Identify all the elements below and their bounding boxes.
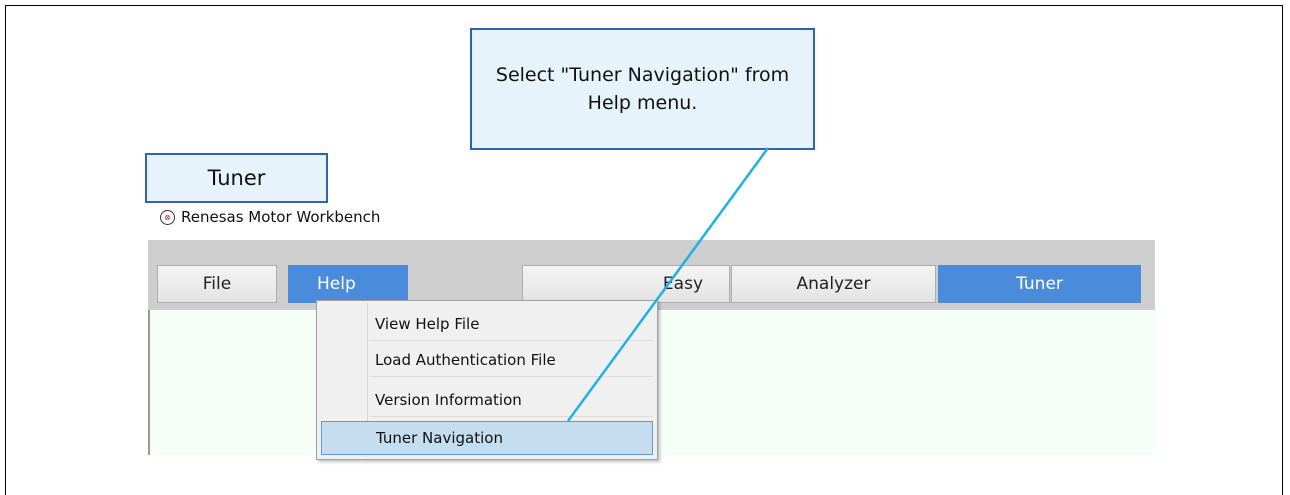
easy-tab-button[interactable]: Easy	[522, 265, 730, 303]
tuner-label-callout: Tuner	[145, 153, 328, 203]
file-button[interactable]: File	[157, 265, 277, 303]
help-button[interactable]: Help	[288, 265, 408, 303]
renesas-logo-icon: ⊗	[160, 209, 175, 225]
instruction-callout: Select "Tuner Navigation" from Help menu…	[470, 28, 815, 150]
help-dropdown-menu: View Help File Load Authentication File …	[316, 300, 658, 460]
menu-item-load-authentication-file[interactable]: Load Authentication File	[369, 343, 653, 377]
app-title-bar: ⊗ Renesas Motor Workbench	[160, 206, 380, 228]
menu-item-view-help-file[interactable]: View Help File	[369, 307, 653, 341]
app-title: Renesas Motor Workbench	[181, 208, 381, 226]
tuner-label-callout-text: Tuner	[207, 166, 266, 190]
menu-item-version-information[interactable]: Version Information	[369, 383, 653, 417]
menu-item-tuner-navigation[interactable]: Tuner Navigation	[321, 421, 653, 455]
instruction-callout-text: Select "Tuner Navigation" from Help menu…	[495, 64, 790, 114]
analyzer-tab-button[interactable]: Analyzer	[731, 265, 936, 303]
tuner-tab-button[interactable]: Tuner	[938, 265, 1141, 303]
